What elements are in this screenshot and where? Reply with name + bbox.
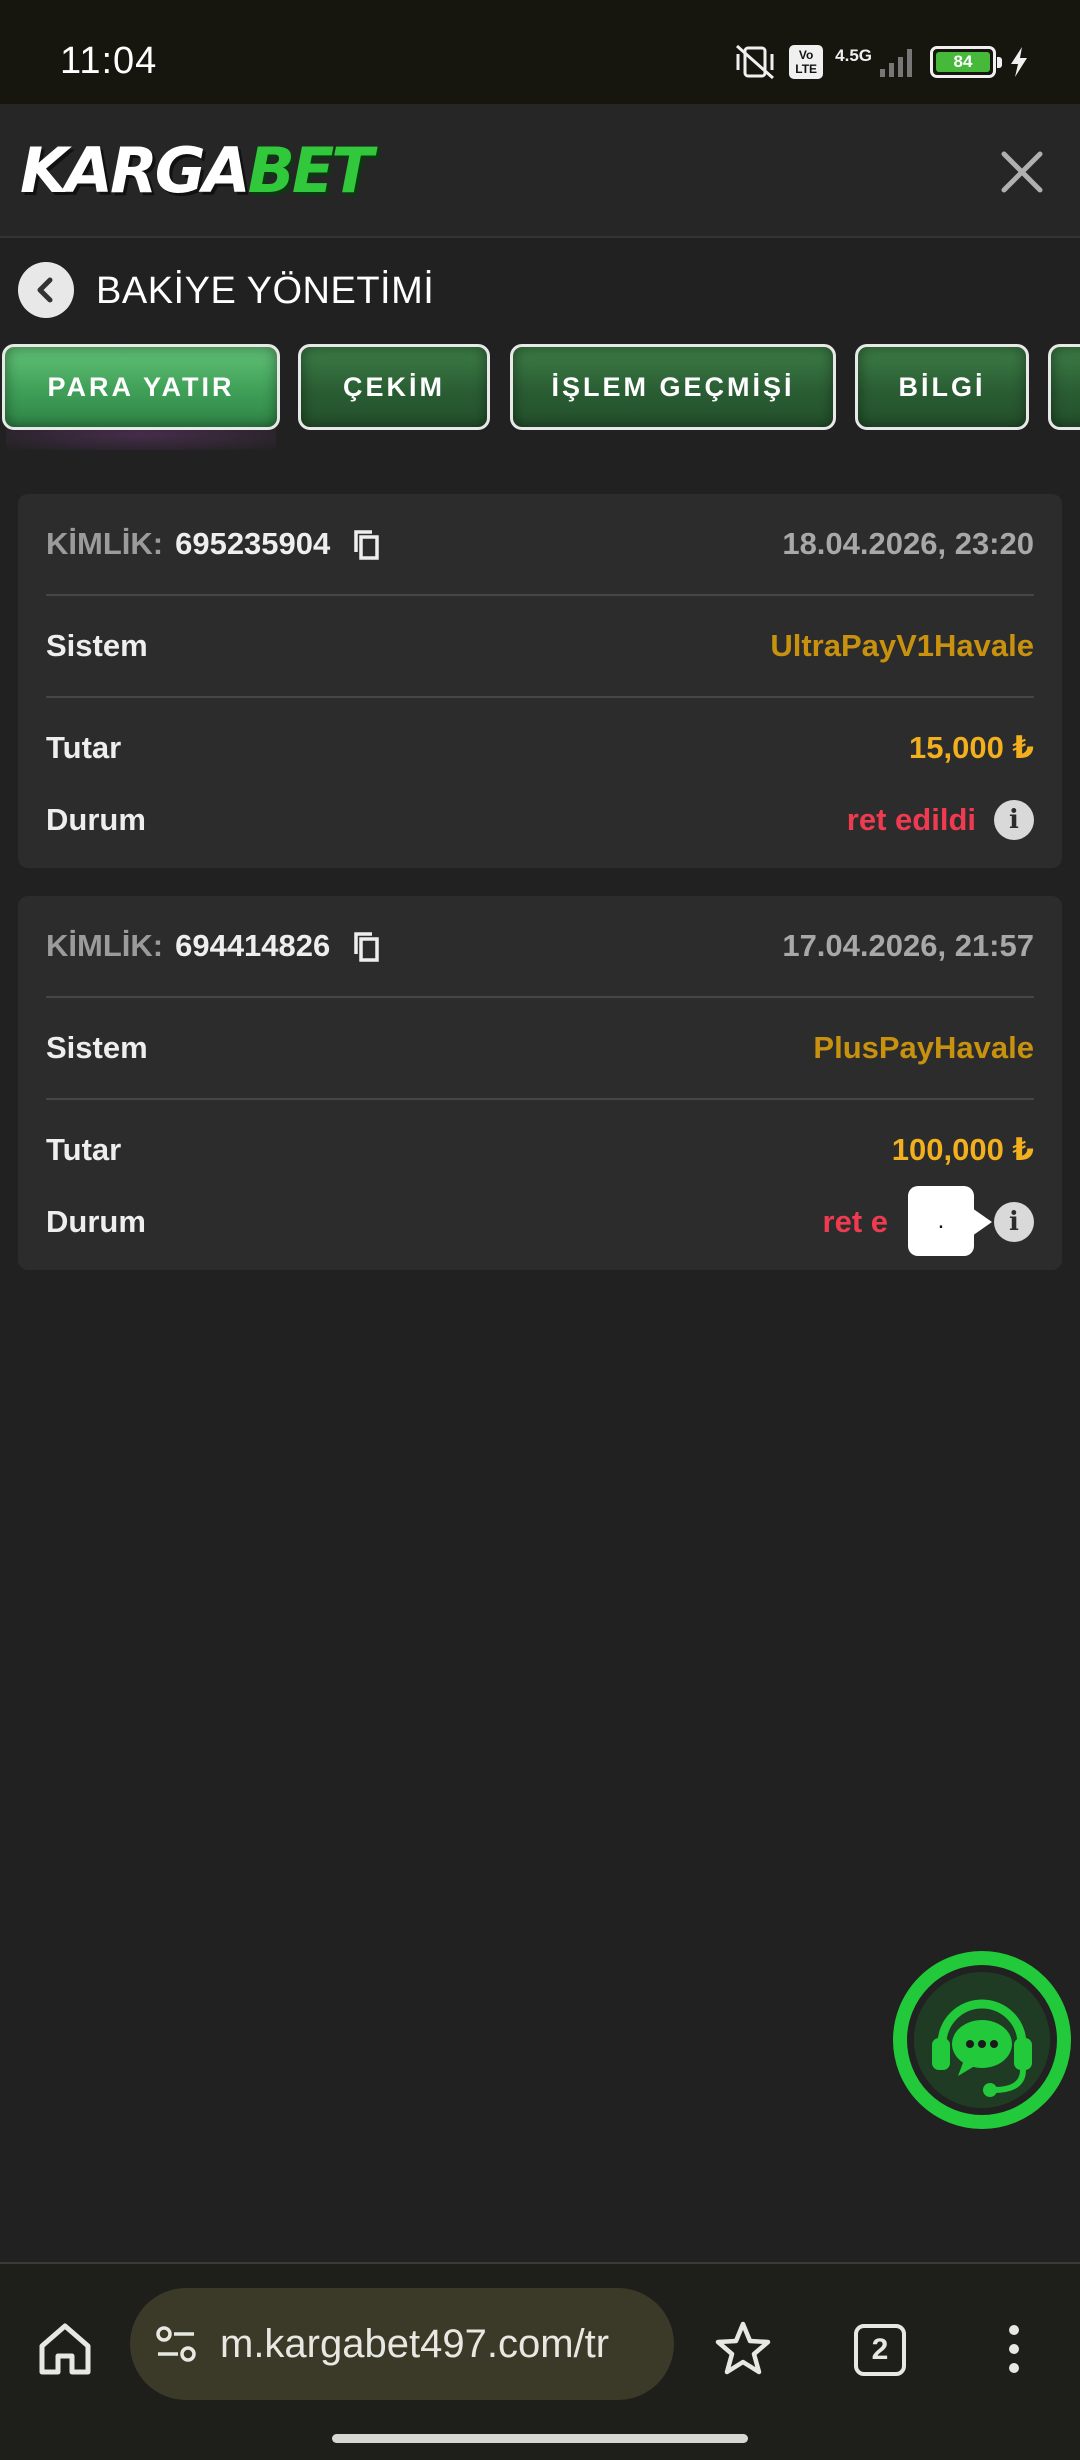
copy-icon[interactable] — [348, 928, 384, 964]
url-text: m.kargabet497.com/tr — [220, 2322, 610, 2366]
tab-cekim[interactable]: ÇEKİM — [298, 344, 490, 430]
amount-label: Tutar — [46, 730, 122, 765]
system-row: Sistem UltraPayV1Havale — [46, 616, 1034, 676]
site-settings-icon[interactable] — [154, 2322, 198, 2366]
system-label: Sistem — [46, 1030, 148, 1065]
amount-row: Tutar 100,000 ₺ — [46, 1120, 1034, 1180]
volte-icon: Vo LTE — [789, 45, 824, 79]
status-label: Durum — [46, 1204, 146, 1239]
transaction-id: 695235904 — [175, 526, 331, 561]
charging-icon — [1011, 47, 1027, 77]
status-row: Durum ret e i — [46, 1192, 1034, 1252]
transaction-card: KİMLİK: 695235904 18.04.2026, 23:20 Sist… — [18, 494, 1062, 868]
live-support-button[interactable] — [890, 1948, 1074, 2132]
transaction-date: 17.04.2026, 21:57 — [782, 928, 1034, 963]
tab-switcher-button[interactable]: 2 — [854, 2324, 906, 2376]
back-button[interactable] — [18, 262, 74, 318]
logo-text-right: BET — [247, 134, 374, 207]
id-label: KİMLİK: — [46, 526, 164, 561]
status-row: Durum ret edildi i — [46, 790, 1034, 850]
system-row: Sistem PlusPayHavale — [46, 1018, 1034, 1078]
close-icon[interactable] — [994, 144, 1050, 200]
more-menu-icon[interactable] — [996, 2318, 1032, 2380]
divider — [46, 696, 1034, 698]
battery-icon: 84 — [930, 46, 1002, 78]
top-bar: KARGABET — [0, 104, 1080, 238]
status-bar: 11:04 Vo LTE 4.5G 84 — [0, 0, 1080, 104]
amount-value: 15,000 ₺ — [909, 730, 1034, 765]
card-header: KİMLİK: 694414826 17.04.2026, 21:57 — [46, 896, 1034, 996]
chevron-left-icon — [37, 277, 53, 303]
browser-toolbar: m.kargabet497.com/tr 2 — [0, 2262, 1080, 2460]
bookmark-star-icon[interactable] — [712, 2318, 774, 2380]
battery-level: 84 — [936, 52, 990, 72]
system-label: Sistem — [46, 628, 148, 663]
divider — [46, 1098, 1034, 1100]
copy-icon[interactable] — [348, 526, 384, 562]
page-title: BAKİYE YÖNETİMİ — [96, 270, 435, 312]
gesture-bar — [332, 2434, 748, 2443]
signal-icon — [880, 49, 912, 77]
status-label: Durum — [46, 802, 146, 837]
tab-islem-gecmisi[interactable]: İŞLEM GEÇMİŞİ — [510, 344, 836, 430]
tab-para-yatir[interactable]: PARA YATIR — [2, 344, 280, 430]
status-icons: Vo LTE 4.5G 84 — [733, 42, 1030, 82]
tab-bilgi[interactable]: BİLGİ — [855, 344, 1029, 430]
info-icon[interactable]: i — [994, 800, 1034, 840]
transaction-id: 694414826 — [175, 928, 331, 963]
tab-bar: PARA YATIR ÇEKİM İŞLEM GEÇMİŞİ BİLGİ — [0, 344, 1080, 432]
divider — [46, 996, 1034, 998]
status-time: 11:04 — [60, 40, 158, 82]
transaction-card: KİMLİK: 694414826 17.04.2026, 21:57 Sist… — [18, 896, 1062, 1270]
transaction-date: 18.04.2026, 23:20 — [782, 526, 1034, 561]
home-icon[interactable] — [34, 2318, 96, 2380]
kargabet-logo[interactable]: KARGABET — [20, 134, 374, 207]
tab-more[interactable] — [1048, 344, 1080, 430]
info-icon[interactable]: i — [994, 1202, 1034, 1242]
amount-row: Tutar 15,000 ₺ — [46, 718, 1034, 778]
amount-value: 100,000 ₺ — [891, 1132, 1034, 1167]
amount-label: Tutar — [46, 1132, 122, 1167]
status-tooltip: . — [908, 1186, 992, 1256]
url-bar[interactable]: m.kargabet497.com/tr — [130, 2288, 674, 2400]
divider — [46, 594, 1034, 596]
card-header: KİMLİK: 695235904 18.04.2026, 23:20 — [46, 494, 1034, 594]
vibrate-mute-icon — [736, 44, 775, 80]
logo-text-left: KARGA — [20, 134, 251, 207]
system-value: UltraPayV1Havale — [770, 628, 1034, 663]
status-value: ret e — [822, 1204, 888, 1239]
system-value: PlusPayHavale — [813, 1030, 1034, 1065]
status-value: ret edildi — [846, 802, 976, 837]
network-type: 4.5G — [835, 46, 872, 65]
title-bar: BAKİYE YÖNETİMİ — [0, 240, 1080, 340]
id-label: KİMLİK: — [46, 928, 164, 963]
